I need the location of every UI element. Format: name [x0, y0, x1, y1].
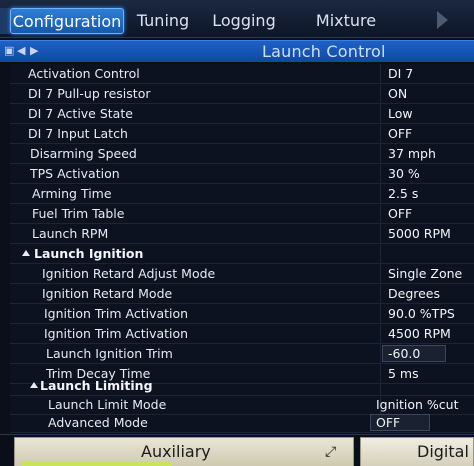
- property-label: Activation Control: [28, 66, 140, 81]
- property-row[interactable]: Disarming Speed 37 mph: [10, 144, 474, 164]
- property-row[interactable]: Activation Control DI 7: [10, 64, 474, 84]
- property-value[interactable]: Degrees: [388, 284, 440, 303]
- tab-tuning[interactable]: Tuning: [132, 8, 194, 34]
- property-label: DI 7 Pull-up resistor: [28, 86, 151, 101]
- property-value[interactable]: 37 mph: [388, 144, 436, 163]
- property-row[interactable]: DI 7 Active State Low: [10, 104, 474, 124]
- property-value[interactable]: Low: [388, 104, 413, 123]
- property-row[interactable]: Ignition Retard Mode Degrees: [10, 284, 474, 304]
- property-label: Ignition Trim Activation: [44, 306, 189, 321]
- property-label: Disarming Speed: [30, 146, 137, 161]
- property-value[interactable]: 30 %: [388, 164, 420, 183]
- property-label: DI 7 Active State: [28, 106, 133, 121]
- property-label: TPS Activation: [30, 166, 120, 181]
- section-label: Launch Limiting: [40, 378, 153, 393]
- property-value[interactable]: ON: [388, 84, 407, 103]
- tab-scroll-right-icon[interactable]: [437, 11, 448, 29]
- property-label: Launch Ignition Trim: [46, 346, 173, 361]
- property-row[interactable]: Advanced Mode OFF: [10, 413, 474, 433]
- property-value[interactable]: OFF: [376, 413, 400, 432]
- property-label: Launch RPM: [32, 226, 109, 241]
- property-row[interactable]: Launch Limit Mode Ignition %cut: [10, 395, 474, 415]
- property-label: Advanced Mode: [48, 415, 148, 430]
- property-row[interactable]: Launch RPM 5000 RPM: [10, 224, 474, 244]
- property-value[interactable]: OFF: [388, 124, 412, 143]
- property-label: DI 7 Input Latch: [28, 126, 128, 141]
- panel-title: Launch Control: [262, 42, 386, 61]
- property-value[interactable]: 90.0 %TPS: [388, 304, 455, 323]
- tab-digital[interactable]: Digital: [360, 437, 474, 466]
- property-value[interactable]: 2.5 s: [388, 184, 418, 203]
- property-row[interactable]: Arming Time 2.5 s: [10, 184, 474, 204]
- tab-configuration[interactable]: Configuration: [10, 8, 124, 34]
- header-icons: ▣ ◀ ▶: [4, 44, 40, 60]
- property-value[interactable]: DI 7: [388, 64, 413, 83]
- arrow-left-icon[interactable]: ◀: [17, 44, 27, 58]
- arrow-right-icon[interactable]: ▶: [30, 44, 40, 58]
- aux-progress-strip: [22, 461, 172, 466]
- bottom-tab-bar: Auxiliary ⤢ Digital: [0, 434, 474, 466]
- top-tab-bar: Configuration Tuning Logging Mixture Map: [0, 0, 474, 56]
- section-launch-limiting[interactable]: Launch Limiting: [10, 376, 474, 396]
- property-row[interactable]: DI 7 Pull-up resistor ON: [10, 84, 474, 104]
- collapse-icon[interactable]: [22, 250, 30, 256]
- tab-left-edge: [0, 8, 10, 34]
- property-label: Launch Limit Mode: [48, 397, 167, 412]
- property-label: Ignition Retard Adjust Mode: [42, 266, 216, 281]
- property-row[interactable]: Fuel Trim Table OFF: [10, 204, 474, 224]
- property-label: Arming Time: [32, 186, 112, 201]
- tab-auxiliary-label: Auxiliary: [141, 442, 211, 461]
- expand-icon[interactable]: ⤢: [325, 444, 336, 460]
- property-value[interactable]: 4500 RPM: [388, 324, 451, 343]
- property-row-selected[interactable]: Launch Ignition Trim -60.0: [10, 344, 474, 364]
- section-label: Launch Ignition: [34, 246, 144, 261]
- property-row[interactable]: Ignition Retard Adjust Mode Single Zone: [10, 264, 474, 284]
- panel-header: ▣ ◀ ▶ Launch Control: [0, 40, 474, 62]
- property-label: Ignition Retard Mode: [42, 286, 173, 301]
- property-value[interactable]: Ignition %cut: [376, 395, 459, 414]
- collapse-icon[interactable]: [30, 382, 38, 388]
- property-value[interactable]: OFF: [388, 204, 412, 223]
- property-row[interactable]: TPS Activation 30 %: [10, 164, 474, 184]
- property-value[interactable]: 5000 RPM: [388, 224, 451, 243]
- lock-icon[interactable]: ▣: [4, 44, 14, 58]
- property-label: Ignition Trim Activation: [44, 326, 189, 341]
- property-label: Fuel Trim Table: [32, 206, 125, 221]
- property-grid: Activation Control DI 7 DI 7 Pull-up res…: [10, 64, 474, 433]
- tab-mixture-map[interactable]: Mixture Map: [298, 8, 394, 56]
- property-row[interactable]: Ignition Trim Activation 90.0 %TPS: [10, 304, 474, 324]
- section-launch-ignition[interactable]: Launch Ignition: [10, 244, 474, 264]
- property-row[interactable]: DI 7 Input Latch OFF: [10, 124, 474, 144]
- tab-logging[interactable]: Logging: [210, 8, 278, 34]
- property-row[interactable]: Ignition Trim Activation 4500 RPM: [10, 324, 474, 344]
- property-value[interactable]: Single Zone: [388, 264, 462, 283]
- property-value[interactable]: -60.0: [388, 344, 420, 363]
- tab-digital-label: Digital: [417, 442, 469, 461]
